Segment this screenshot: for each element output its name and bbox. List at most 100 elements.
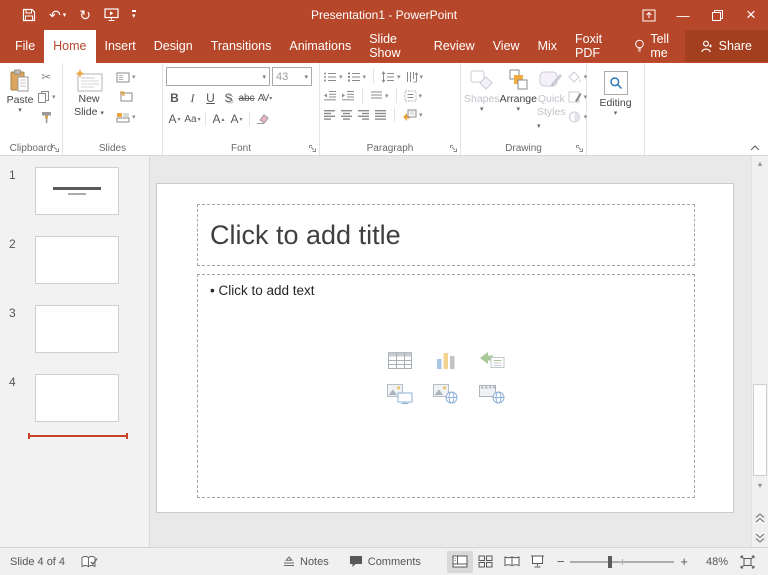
tab-slide-show[interactable]: Slide Show (360, 30, 424, 62)
align-right-button[interactable] (357, 105, 370, 125)
undo-icon[interactable]: ↶ ▾ (49, 8, 66, 22)
format-painter-button[interactable] (37, 107, 56, 127)
insert-smartart-icon[interactable] (475, 347, 509, 373)
section-button[interactable]: ▾ (116, 107, 136, 127)
tab-view[interactable]: View (484, 30, 529, 62)
drawing-dialog-launcher-icon[interactable] (575, 144, 584, 153)
convert-to-smartart-button[interactable]: ▾ (402, 105, 423, 125)
tab-transitions[interactable]: Transitions (202, 30, 281, 62)
tab-review[interactable]: Review (425, 30, 484, 62)
tab-insert[interactable]: Insert (96, 30, 145, 62)
restore-icon[interactable] (700, 0, 734, 30)
numbering-button[interactable]: ▾ (347, 67, 366, 87)
reading-view-button[interactable] (499, 551, 525, 573)
decrease-font-size-button[interactable]: A ▾ (228, 110, 245, 128)
zoom-slider-thumb[interactable] (608, 555, 613, 568)
font-color-button[interactable]: A ▾ (166, 110, 183, 128)
increase-font-size-button[interactable]: A ▴ (210, 110, 227, 128)
previous-slide-icon[interactable] (752, 510, 768, 525)
copy-button[interactable]: ▾ (37, 87, 56, 107)
align-center-button[interactable] (340, 105, 353, 125)
quick-styles-button[interactable]: Quick Styles ▾ (537, 67, 566, 139)
minimize-icon[interactable]: — (666, 0, 700, 30)
paragraph-dialog-launcher-icon[interactable] (449, 144, 458, 153)
paste-caret-icon[interactable]: ▾ (18, 107, 22, 116)
reset-button[interactable] (116, 87, 136, 107)
slide-thumbnail-1[interactable] (35, 167, 119, 215)
insert-pictures-icon[interactable] (383, 381, 417, 407)
tab-mix[interactable]: Mix (529, 30, 566, 62)
shape-fill-button[interactable]: ▾ (567, 67, 587, 87)
comments-button[interactable]: Comments (349, 555, 421, 568)
insert-table-icon[interactable] (383, 347, 417, 373)
line-spacing-button[interactable]: ▾ (381, 67, 401, 87)
font-dialog-launcher-icon[interactable] (308, 144, 317, 153)
character-spacing-button[interactable]: AV ▾ (256, 89, 273, 107)
close-icon[interactable]: × (734, 0, 768, 30)
slide-thumbnail-3[interactable] (35, 305, 119, 353)
layout-button[interactable]: ▾ (116, 67, 136, 87)
zoom-level[interactable]: 48% (694, 556, 728, 568)
spell-check-icon[interactable] (81, 555, 98, 569)
scrollbar-thumb[interactable] (753, 384, 767, 476)
customize-qat-icon[interactable]: ▾ (131, 10, 136, 20)
shape-effects-button[interactable]: ▾ (568, 107, 587, 127)
slide-thumbnail-2[interactable] (35, 236, 119, 284)
save-icon[interactable] (22, 8, 36, 22)
next-slide-icon[interactable] (752, 530, 768, 545)
start-from-beginning-icon[interactable] (104, 8, 119, 22)
bold-button[interactable]: B (166, 89, 183, 107)
zoom-slider[interactable] (570, 555, 675, 568)
fit-slide-to-window-icon[interactable] (734, 551, 760, 573)
scroll-up-icon[interactable]: ▴ (752, 156, 768, 171)
tab-home[interactable]: Home (44, 30, 96, 63)
text-direction-button[interactable]: ▾ (405, 67, 423, 87)
new-slide-button[interactable]: New Slide ▾ (66, 67, 112, 139)
arrange-button[interactable]: Arrange ▾ (500, 67, 537, 139)
redo-icon[interactable]: ↻ (79, 8, 91, 22)
tab-design[interactable]: Design (145, 30, 202, 62)
zoom-out-button[interactable]: − (551, 554, 571, 569)
new-slide-caret-icon[interactable]: ▾ (100, 110, 104, 117)
shapes-button[interactable]: Shapes ▾ (464, 67, 500, 139)
zoom-in-button[interactable]: + (674, 554, 694, 569)
vertical-scrollbar[interactable]: ▴ ▾ (751, 156, 768, 547)
italic-button[interactable]: I (184, 89, 201, 107)
tab-foxit-pdf[interactable]: Foxit PDF (566, 30, 625, 62)
cut-button[interactable]: ✂ (37, 67, 56, 87)
collapse-ribbon-icon[interactable] (750, 145, 760, 151)
columns-button[interactable]: ▾ (370, 86, 389, 106)
insert-chart-icon[interactable] (429, 347, 463, 373)
slide-sorter-view-button[interactable] (473, 551, 499, 573)
insert-video-icon[interactable] (475, 381, 509, 407)
justify-button[interactable] (374, 105, 387, 125)
align-text-button[interactable]: ▾ (404, 86, 422, 106)
font-name-combobox[interactable]: ▾ (166, 67, 270, 86)
shape-outline-button[interactable]: ▾ (568, 87, 587, 107)
clear-formatting-button[interactable] (254, 110, 271, 128)
clipboard-dialog-launcher-icon[interactable] (51, 144, 60, 153)
align-left-button[interactable] (323, 105, 336, 125)
undo-caret-icon[interactable]: ▾ (63, 12, 67, 19)
normal-view-button[interactable] (446, 550, 473, 573)
share-button[interactable]: Share (684, 30, 768, 62)
increase-indent-button[interactable] (341, 86, 355, 106)
underline-button[interactable]: U (202, 89, 219, 107)
tab-tell-me[interactable]: Tell me (625, 30, 684, 62)
insert-online-pictures-icon[interactable] (429, 381, 463, 407)
change-case-button[interactable]: Aa ▾ (184, 110, 201, 128)
ribbon-display-options-icon[interactable] (632, 0, 666, 30)
editing-button[interactable]: Editing ▾ (590, 67, 641, 119)
paste-button[interactable]: Paste ▾ (3, 67, 37, 139)
title-placeholder[interactable]: Click to add title (197, 204, 695, 266)
slide-show-view-button[interactable] (525, 551, 551, 573)
tab-file[interactable]: File (6, 30, 44, 62)
scroll-down-icon[interactable]: ▾ (752, 478, 768, 493)
strikethrough-button[interactable]: abc (238, 89, 255, 107)
text-shadow-button[interactable]: S (220, 89, 237, 107)
body-placeholder[interactable]: • Click to add text (197, 274, 695, 498)
decrease-indent-button[interactable] (323, 86, 337, 106)
font-size-combobox[interactable]: 43 ▾ (272, 67, 312, 86)
notes-button[interactable]: Notes (283, 556, 329, 568)
slide-thumbnail-4[interactable] (35, 374, 119, 422)
